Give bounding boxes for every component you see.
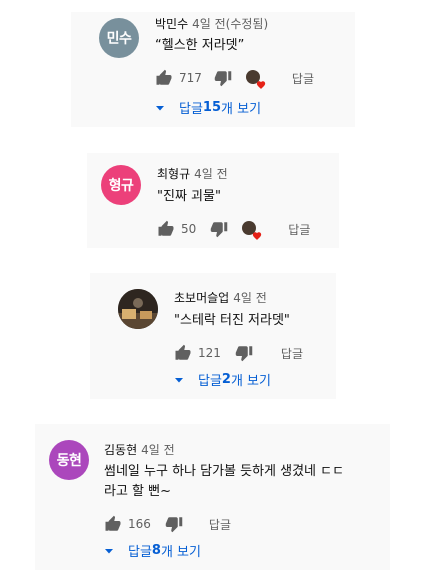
reply-button[interactable]: 답글 xyxy=(288,221,310,238)
view-replies-button[interactable]: 답글 2개 보기 xyxy=(174,370,271,389)
replies-prefix: 답글 xyxy=(198,374,222,389)
like-count: 166 xyxy=(128,517,151,531)
comment-text: "진짜 괴물" xyxy=(157,189,221,204)
thumb-down-icon[interactable] xyxy=(235,344,253,362)
author-name[interactable]: 김동현 xyxy=(104,443,137,457)
avatar[interactable]: 형규 xyxy=(101,165,141,205)
thumb-down-icon[interactable] xyxy=(210,220,228,238)
comment-card: 동현 김동현 4일 전 썸네일 누구 하나 담가볼 듯하게 생겼네 ㄷㄷ 라고 할… xyxy=(35,424,390,570)
avatar[interactable] xyxy=(118,289,158,329)
replies-prefix: 답글 xyxy=(128,545,152,560)
timestamp[interactable]: 4일 전 xyxy=(233,291,267,305)
timestamp[interactable]: 4일 전(수정됨) xyxy=(192,17,268,31)
replies-suffix: 개 보기 xyxy=(160,545,201,560)
author-name[interactable]: 초보머슬업 xyxy=(174,291,229,305)
thumb-up-icon[interactable] xyxy=(155,69,173,87)
avatar-photo xyxy=(118,289,158,329)
heart-icon xyxy=(256,80,266,90)
comment-text: "스테락 터진 저라뎃" xyxy=(174,313,290,328)
thumb-down-icon[interactable] xyxy=(214,69,232,87)
comment-card: 초보머슬업 4일 전 "스테락 터진 저라뎃" 121 답글 답글 2개 보기 xyxy=(90,273,336,399)
avatar-initials: 형규 xyxy=(108,178,134,194)
thumb-up-icon[interactable] xyxy=(174,344,192,362)
comment-actions: 166 답글 xyxy=(104,514,231,534)
comment-header: 김동현 4일 전 xyxy=(104,441,175,458)
comment-text: “헬스한 저라뎃” xyxy=(155,38,245,53)
creator-heart-badge xyxy=(242,221,258,237)
comment-actions: 50 답글 xyxy=(157,219,310,239)
comment-header: 박민수 4일 전(수정됨) xyxy=(155,15,268,32)
replies-count: 2 xyxy=(221,372,231,387)
reply-button[interactable]: 답글 xyxy=(209,516,231,533)
comment-header: 초보머슬업 4일 전 xyxy=(174,289,267,306)
caret-down-icon xyxy=(155,103,165,113)
comment-actions: 717 답글 xyxy=(155,68,314,88)
replies-prefix: 답글 xyxy=(179,102,203,117)
heart-icon xyxy=(252,231,262,241)
like-count: 50 xyxy=(181,222,197,236)
comment-text-line-1: 썸네일 누구 하나 담가볼 듯하게 생겼네 ㄷㄷ xyxy=(104,464,345,479)
author-name[interactable]: 최형규 xyxy=(157,167,190,181)
timestamp[interactable]: 4일 전 xyxy=(141,443,175,457)
replies-suffix: 개 보기 xyxy=(230,374,271,389)
replies-count: 15 xyxy=(202,100,222,115)
avatar[interactable]: 동현 xyxy=(49,440,89,480)
like-count: 121 xyxy=(198,346,221,360)
thumb-up-icon[interactable] xyxy=(157,220,175,238)
caret-down-icon xyxy=(174,375,184,385)
replies-count: 8 xyxy=(151,543,161,558)
like-count: 717 xyxy=(179,71,202,85)
timestamp[interactable]: 4일 전 xyxy=(194,167,228,181)
view-replies-button[interactable]: 답글 15 개 보기 xyxy=(155,98,261,117)
avatar[interactable]: 민수 xyxy=(99,18,139,58)
thumb-up-icon[interactable] xyxy=(104,515,122,533)
comment-actions: 121 답글 xyxy=(174,343,303,363)
replies-suffix: 개 보기 xyxy=(221,102,262,117)
avatar-initials: 민수 xyxy=(106,31,132,47)
reply-button[interactable]: 답글 xyxy=(281,345,303,362)
creator-heart-badge xyxy=(245,70,262,86)
thumb-down-icon[interactable] xyxy=(165,515,183,533)
comment-text-line-2: 라고 할 뻔~ xyxy=(104,484,171,499)
view-replies-button[interactable]: 답글 8개 보기 xyxy=(104,541,201,560)
reply-button[interactable]: 답글 xyxy=(292,70,314,87)
comment-card: 민수 박민수 4일 전(수정됨) “헬스한 저라뎃” 717 답글 답글 15 개 … xyxy=(71,12,355,127)
caret-down-icon xyxy=(104,546,114,556)
author-name[interactable]: 박민수 xyxy=(155,17,188,31)
comment-card: 형규 최형규 4일 전 "진짜 괴물" 50 답글 xyxy=(87,153,339,248)
comment-header: 최형규 4일 전 xyxy=(157,165,228,182)
avatar-initials: 동현 xyxy=(56,453,82,469)
